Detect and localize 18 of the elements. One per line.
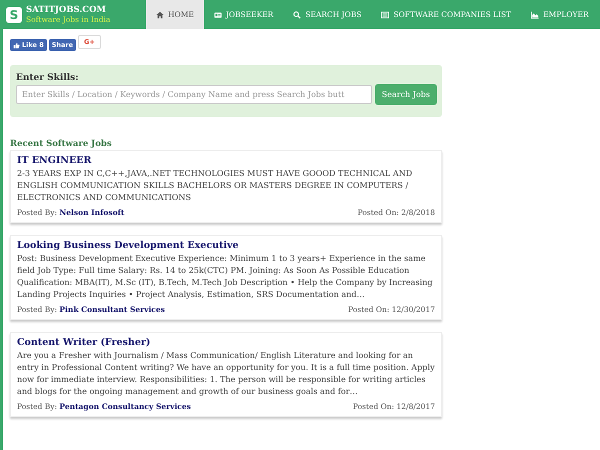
site-name[interactable]: SATITJOBS.COM <box>26 4 110 14</box>
job-title-link[interactable]: Content Writer (Fresher) <box>17 337 435 349</box>
list-icon <box>381 10 390 18</box>
home-icon <box>156 10 164 18</box>
job-description: Are you a Fresher with Journalism / Mass Communication/ English Literature and looking for an entry in Professional Content writing? We have an opportunity for you. It is a full time position. Apply now for immediate interview. Responsibilities: 1. The person will be responsible for writing articles and blogs for the ongoing management and growth of our business goals and for… <box>17 349 435 397</box>
search-label: Enter Skills: <box>16 73 80 83</box>
job-title-link[interactable]: Looking Business Development Executive <box>17 240 435 252</box>
skills-search-field[interactable]: Enter Skills / Location / Keywords / Company Name and press Search Jobs butt <box>16 85 372 104</box>
section-heading: Recent Software Jobs <box>10 139 113 149</box>
logo-icon[interactable]: S <box>6 6 22 22</box>
search-icon <box>293 10 302 18</box>
job-description: 2-3 YEARS EXP IN C,C++,JAVA,.NET TECHNOLOGIES MUST HAVE GOOOD TECHNICAL AND ENGLISH COMMUNICATION SKILLS BACHELORS OR MASTERS DEGREE IN COMPUTERS / ELECTRONICS AND COMMUNICATIONS <box>17 167 414 203</box>
search-jobs-button[interactable]: Search Jobs <box>374 84 437 105</box>
area-chart-icon <box>531 10 540 18</box>
thumbs-up-icon <box>13 42 20 48</box>
job-description: Post: Business Development Executive Experience: Minimum 1 to 3 years+ Experience in the same field Job Type: Full time Salary: Rs. 14 to 25k(CTC) PM. Joining: As Soon As Possible Education Qualification: MBA(IT), M.Sc (IT), B.Tech, M.Tech Job Description • Help the Company by Increasing Landing Projects Inquiries • Project Analysis, Estimation, SRS Documentation and… <box>17 252 434 300</box>
job-title-link[interactable]: IT ENGINEER <box>17 155 435 167</box>
id-card-icon <box>214 10 222 18</box>
